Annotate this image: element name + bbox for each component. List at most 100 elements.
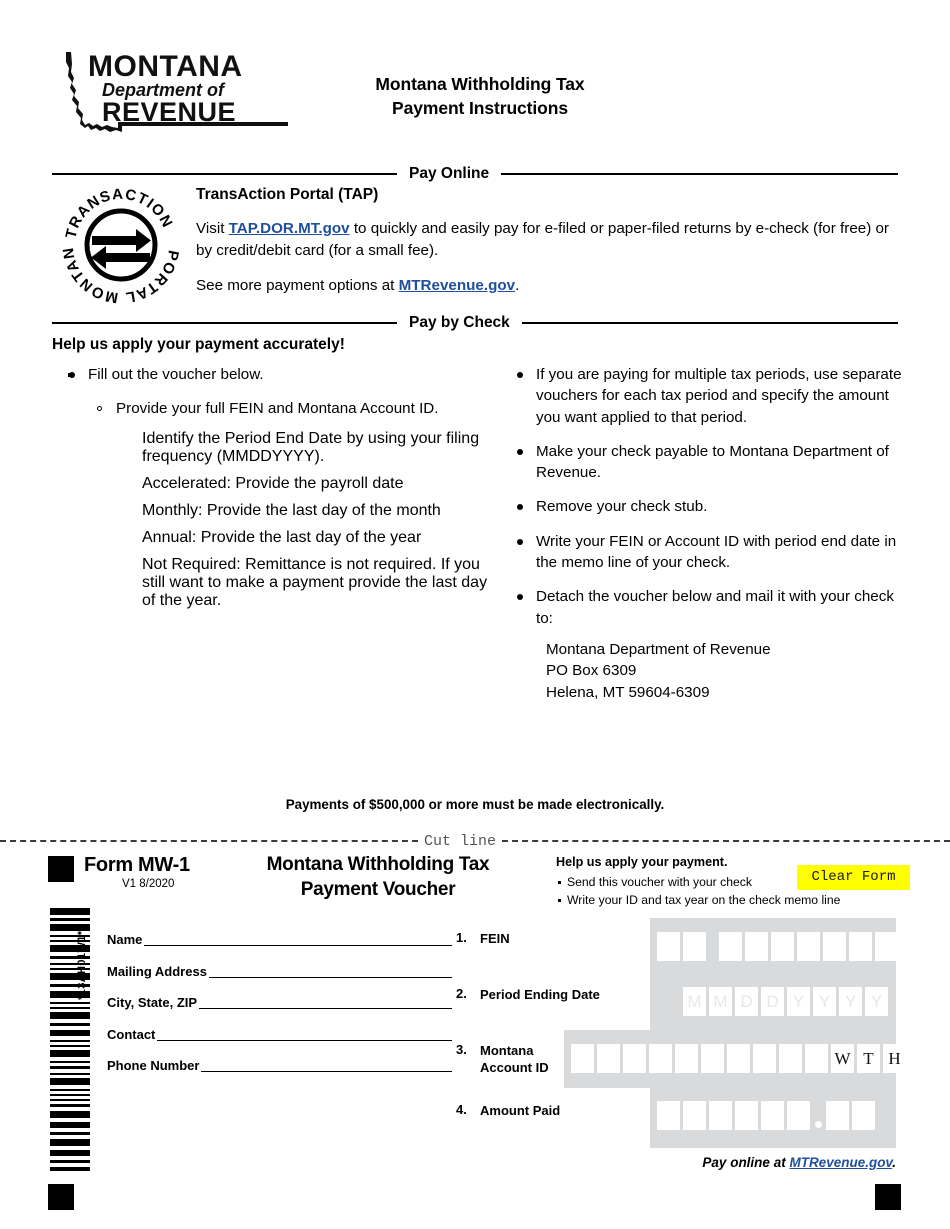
account-id-suffix-box: T <box>857 1044 880 1073</box>
amount-box[interactable] <box>787 1101 810 1130</box>
name-field-input[interactable] <box>144 933 452 946</box>
registration-mark-bottom-left <box>48 1184 74 1210</box>
account-id-box[interactable] <box>805 1044 828 1073</box>
field-label-montana-account-id: Montana Account ID <box>480 1043 549 1076</box>
account-id-box[interactable] <box>779 1044 802 1073</box>
cut-line-label: Cut line <box>424 832 497 850</box>
logo-svg: MONTANA Department of REVENUE <box>66 50 288 132</box>
field-label-amount-paid: Amount Paid <box>480 1103 561 1118</box>
voucher-help-line-2: Write your ID and tax year on the check … <box>556 891 896 909</box>
tap-dor-mt-gov-link[interactable]: TAP.DOR.MT.gov <box>229 220 350 237</box>
logo-text-montana: MONTANA <box>88 50 243 83</box>
period-box[interactable]: Y <box>813 987 836 1016</box>
account-id-box[interactable] <box>753 1044 776 1073</box>
phone-number-field-input[interactable] <box>201 1059 452 1072</box>
montana-dor-logo: MONTANA Department of REVENUE <box>52 48 292 148</box>
amount-cents-box[interactable] <box>852 1101 875 1130</box>
city-state-zip-field-input[interactable] <box>199 996 452 1009</box>
cut-line-dash-left <box>0 840 418 842</box>
field-label-period-ending-date: Period Ending Date <box>480 987 600 1002</box>
fein-box[interactable] <box>849 932 872 961</box>
more-options-pre: See more payment options at <box>196 277 399 295</box>
tap-seal: TRANSACTION PORTAL MONTANA <box>52 169 184 308</box>
amount-box[interactable] <box>657 1101 680 1130</box>
city-state-zip-field-label: City, State, ZIP <box>107 995 198 1010</box>
contact-field-input[interactable] <box>157 1028 452 1041</box>
list-item: Provide your full FEIN and Montana Accou… <box>88 398 490 419</box>
amount-box[interactable] <box>761 1101 784 1130</box>
list-item: Monthly: Provide the last day of the mon… <box>116 502 490 520</box>
voucher-footer-post: . <box>892 1155 896 1170</box>
instructions-right-column: If you are paying for multiple tax perio… <box>508 364 908 704</box>
period-box[interactable]: Y <box>787 987 810 1016</box>
tap-visit-paragraph: Visit TAP.DOR.MT.gov to quickly and easi… <box>196 218 896 261</box>
page-header: MONTANA Department of REVENUE Montana Wi… <box>0 0 950 150</box>
mailing-address-field-label: Mailing Address <box>107 963 207 979</box>
account-id-box[interactable] <box>675 1044 698 1073</box>
cut-line-dash-right <box>502 840 950 842</box>
phone-number-field-row[interactable]: Phone Number <box>107 1054 452 1072</box>
account-id-box[interactable] <box>701 1044 724 1073</box>
name-field-row[interactable]: Name <box>107 928 452 946</box>
phone-number-field-label: Phone Number <box>107 1058 200 1073</box>
account-id-suffix-box: H <box>883 1044 906 1073</box>
list-item: Accelerated: Provide the payroll date <box>116 475 490 493</box>
fein-box[interactable] <box>657 932 680 961</box>
fein-box[interactable] <box>719 932 742 961</box>
fein-box[interactable] <box>797 932 820 961</box>
divider-rule-right <box>501 173 898 175</box>
divider-rule-left-2 <box>52 322 397 324</box>
clear-form-button[interactable]: Clear Form <box>797 865 910 890</box>
registration-mark-top-left <box>48 856 74 882</box>
divider-rule-right-2 <box>521 322 898 324</box>
account-id-box[interactable] <box>597 1044 620 1073</box>
pay-online-section: TransAction Portal (TAP) Visit TAP.DOR.M… <box>196 186 896 297</box>
account-id-box[interactable] <box>649 1044 672 1073</box>
list-item: Identify the Period End Date by using yo… <box>116 430 490 466</box>
fein-box[interactable] <box>771 932 794 961</box>
period-box[interactable]: M <box>709 987 732 1016</box>
amount-cents-box[interactable] <box>826 1101 849 1130</box>
account-id-box[interactable] <box>623 1044 646 1073</box>
divider-rule-left <box>52 173 397 175</box>
period-ending-date-input-boxes[interactable]: M M D D Y Y Y Y <box>683 987 891 1016</box>
mtrevenue-gov-link[interactable]: MTRevenue.gov <box>399 277 515 294</box>
fein-box[interactable] <box>683 932 706 961</box>
fein-input-boxes[interactable] <box>657 932 901 961</box>
registration-mark-bottom-right <box>875 1184 901 1210</box>
fein-box[interactable] <box>823 932 846 961</box>
account-id-box[interactable] <box>571 1044 594 1073</box>
fein-box[interactable] <box>745 932 768 961</box>
tap-seal-icon: TRANSACTION PORTAL MONTANA <box>52 169 181 306</box>
list-item: If you are paying for multiple tax perio… <box>508 364 908 428</box>
form-version: V1 8/2020 <box>122 878 175 890</box>
mailing-address-field-input[interactable] <box>208 965 452 978</box>
voucher-contact-fields: Name Mailing Address City, State, ZIP Co… <box>107 928 452 1086</box>
period-box[interactable]: M <box>683 987 706 1016</box>
field-label-fein: FEIN <box>480 931 510 946</box>
mailing-address-field-row[interactable]: Mailing Address <box>107 960 452 978</box>
pay-online-divider-label: Pay Online <box>409 165 490 182</box>
period-box[interactable]: Y <box>839 987 862 1016</box>
amount-paid-input-boxes[interactable] <box>657 1101 878 1130</box>
left-bullet-list: Fill out the voucher below. Provide your… <box>60 364 490 420</box>
list-item: Make your check payable to Montana Depar… <box>508 441 908 484</box>
contact-field-row[interactable]: Contact <box>107 1023 452 1041</box>
voucher-mtrevenue-link[interactable]: MTRevenue.gov <box>789 1155 892 1170</box>
period-box[interactable]: D <box>735 987 758 1016</box>
city-state-zip-field-row[interactable]: City, State, ZIP <box>107 991 452 1009</box>
account-id-suffix-box: W <box>831 1044 854 1073</box>
left-sub-bullet-list: Identify the Period End Date by using yo… <box>60 430 490 610</box>
right-bullet-list: If you are paying for multiple tax perio… <box>508 364 908 629</box>
montana-account-id-input-boxes[interactable]: W T H <box>571 1044 909 1073</box>
voucher-title-line2: Payment Voucher <box>300 879 456 901</box>
period-box[interactable]: D <box>761 987 784 1016</box>
field-number-4: 4. <box>456 1102 467 1117</box>
list-item: Not Required: Remittance is not required… <box>116 556 490 610</box>
amount-box[interactable] <box>709 1101 732 1130</box>
period-box[interactable]: Y <box>865 987 888 1016</box>
account-id-box[interactable] <box>727 1044 750 1073</box>
amount-box[interactable] <box>683 1101 706 1130</box>
fein-box[interactable] <box>875 932 898 961</box>
amount-box[interactable] <box>735 1101 758 1130</box>
